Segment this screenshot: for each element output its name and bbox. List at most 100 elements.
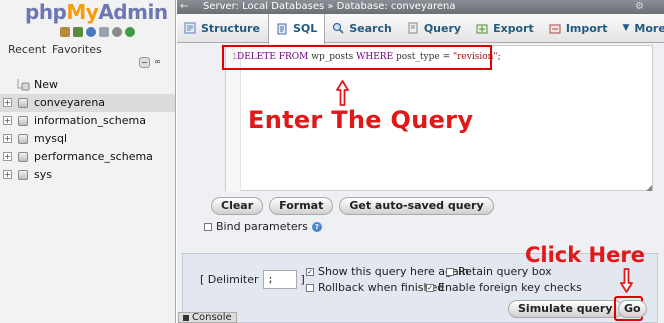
structure-icon [184, 22, 196, 34]
phpmyadmin-logo[interactable]: phpMyAdmin [25, 0, 168, 24]
tree-item-label: performance_schema [34, 150, 153, 163]
expand-icon[interactable]: + [3, 98, 12, 107]
tree-item-sys[interactable]: + sys [0, 166, 175, 184]
gear-icon[interactable]: ⚙ [635, 0, 644, 14]
tab-label: Export [493, 21, 534, 35]
tab-export[interactable]: Export [469, 14, 542, 43]
logout-icon[interactable] [73, 27, 83, 37]
delimiter-close: ] [300, 273, 305, 286]
foreign-key-checks-checkbox[interactable]: ✓ [426, 283, 434, 292]
tab-more[interactable]: ▼ More [615, 14, 664, 43]
logo-php: php [25, 0, 67, 24]
resize-grip-icon[interactable]: ◢ [646, 183, 652, 192]
reload-icon[interactable] [125, 27, 135, 37]
tab-search[interactable]: Search [325, 14, 400, 43]
tab-import[interactable]: Import [542, 14, 616, 43]
new-database-icon [17, 79, 30, 91]
bind-parameters-label: Bind parameters [216, 220, 308, 233]
tab-label: Search [349, 21, 392, 35]
clear-button[interactable]: Clear [211, 197, 264, 215]
tab-sql[interactable]: SQL [267, 13, 326, 44]
breadcrumb[interactable]: Server: Local Databases » Database: conv… [203, 0, 456, 14]
tree-item-information-schema[interactable]: + information_schema [0, 112, 175, 130]
database-tree: New + conveyarena + information_schema +… [0, 76, 175, 184]
tab-label: Structure [201, 21, 260, 35]
tree-item-label: conveyarena [34, 96, 106, 109]
tree-item-mysql[interactable]: + mysql [0, 130, 175, 148]
query-highlight-box [222, 45, 492, 70]
tree-item-conveyarena[interactable]: + conveyarena [0, 94, 175, 112]
delimiter-group: [ Delimiter ; ] [200, 270, 305, 289]
delimiter-label: [ Delimiter [200, 273, 259, 286]
editor-buttons: Clear Format Get auto-saved query [211, 197, 494, 215]
sql-icon [277, 23, 287, 34]
format-button[interactable]: Format [269, 197, 334, 215]
delimiter-input[interactable]: ; [262, 270, 297, 289]
get-auto-saved-query-button[interactable]: Get auto-saved query [339, 197, 494, 215]
retain-query-box-checkbox[interactable] [446, 267, 454, 276]
quick-icons [60, 27, 135, 37]
expand-icon[interactable]: + [3, 134, 12, 143]
show-query-again-option[interactable]: ✓ Show this query here again [306, 265, 469, 278]
home-icon[interactable] [60, 27, 70, 37]
console-tab[interactable]: Console [178, 312, 237, 323]
tree-item-label: New [34, 78, 58, 91]
tab-query[interactable]: Query [400, 14, 469, 43]
help-icon[interactable] [86, 27, 96, 37]
back-arrow-icon[interactable]: ← [180, 0, 188, 14]
recent-favorites-tabs: Recent Favorites [8, 43, 102, 56]
rollback-checkbox[interactable] [306, 283, 314, 292]
arrow-down-icon [620, 268, 633, 293]
rollback-option[interactable]: Rollback when finished [306, 281, 444, 294]
chevron-down-icon: ▼ [622, 23, 630, 33]
console-icon [183, 314, 189, 321]
database-icon [18, 116, 28, 126]
expand-icon[interactable]: + [3, 170, 12, 179]
tree-controls: − ∞ [139, 57, 163, 68]
tree-item-label: information_schema [34, 114, 146, 127]
tree-item-label: mysql [34, 132, 67, 145]
tab-label: More [634, 21, 664, 35]
logo-admin: Admin [98, 0, 168, 24]
database-icon [18, 152, 28, 162]
console-label: Console [192, 312, 232, 323]
export-icon [476, 24, 488, 34]
tab-label: Import [565, 21, 608, 35]
tab-bar: Structure SQL Search Query Export Import… [177, 13, 664, 44]
docs-icon[interactable] [99, 27, 109, 37]
bind-parameters-option[interactable]: Bind parameters ? [204, 220, 322, 233]
recent-tab[interactable]: Recent [8, 43, 46, 56]
tree-item-performance-schema[interactable]: + performance_schema [0, 148, 175, 166]
tree-item-label: sys [34, 168, 52, 181]
bind-parameters-checkbox[interactable] [204, 222, 212, 231]
breadcrumb-bar: ← Server: Local Databases » Database: co… [177, 0, 664, 14]
search-icon [333, 22, 344, 34]
logo-my: My [66, 0, 99, 24]
tab-structure[interactable]: Structure [177, 14, 268, 43]
database-icon [18, 134, 28, 144]
navigation-panel: phpMyAdmin Recent Favorites − ∞ New + co… [0, 0, 176, 323]
import-icon [549, 24, 561, 34]
foreign-key-checks-label: Enable foreign key checks [438, 281, 582, 294]
expand-icon[interactable]: + [3, 116, 12, 125]
favorites-tab[interactable]: Favorites [52, 43, 102, 56]
tab-label: Query [423, 21, 462, 35]
sql-text: ; [497, 52, 501, 62]
database-icon [18, 98, 28, 108]
tab-label: SQL [292, 22, 318, 35]
query-icon [408, 22, 418, 34]
click-here-annotation: Click Here [525, 243, 645, 267]
arrow-up-icon [336, 80, 349, 106]
simulate-query-button[interactable]: Simulate query [508, 300, 623, 318]
collapse-all-icon[interactable]: − [139, 57, 150, 68]
go-button[interactable]: Go [618, 300, 647, 318]
link-icon[interactable]: ∞ [152, 57, 163, 68]
expand-icon[interactable]: + [3, 152, 12, 161]
enter-query-annotation: Enter The Query [248, 106, 474, 134]
foreign-key-checks-option[interactable]: ✓ Enable foreign key checks [426, 281, 582, 294]
database-icon [18, 170, 28, 180]
help-icon[interactable]: ? [311, 221, 322, 232]
show-query-again-checkbox[interactable]: ✓ [306, 267, 314, 276]
tree-item-new[interactable]: New [0, 76, 175, 94]
settings-icon[interactable] [112, 27, 122, 37]
